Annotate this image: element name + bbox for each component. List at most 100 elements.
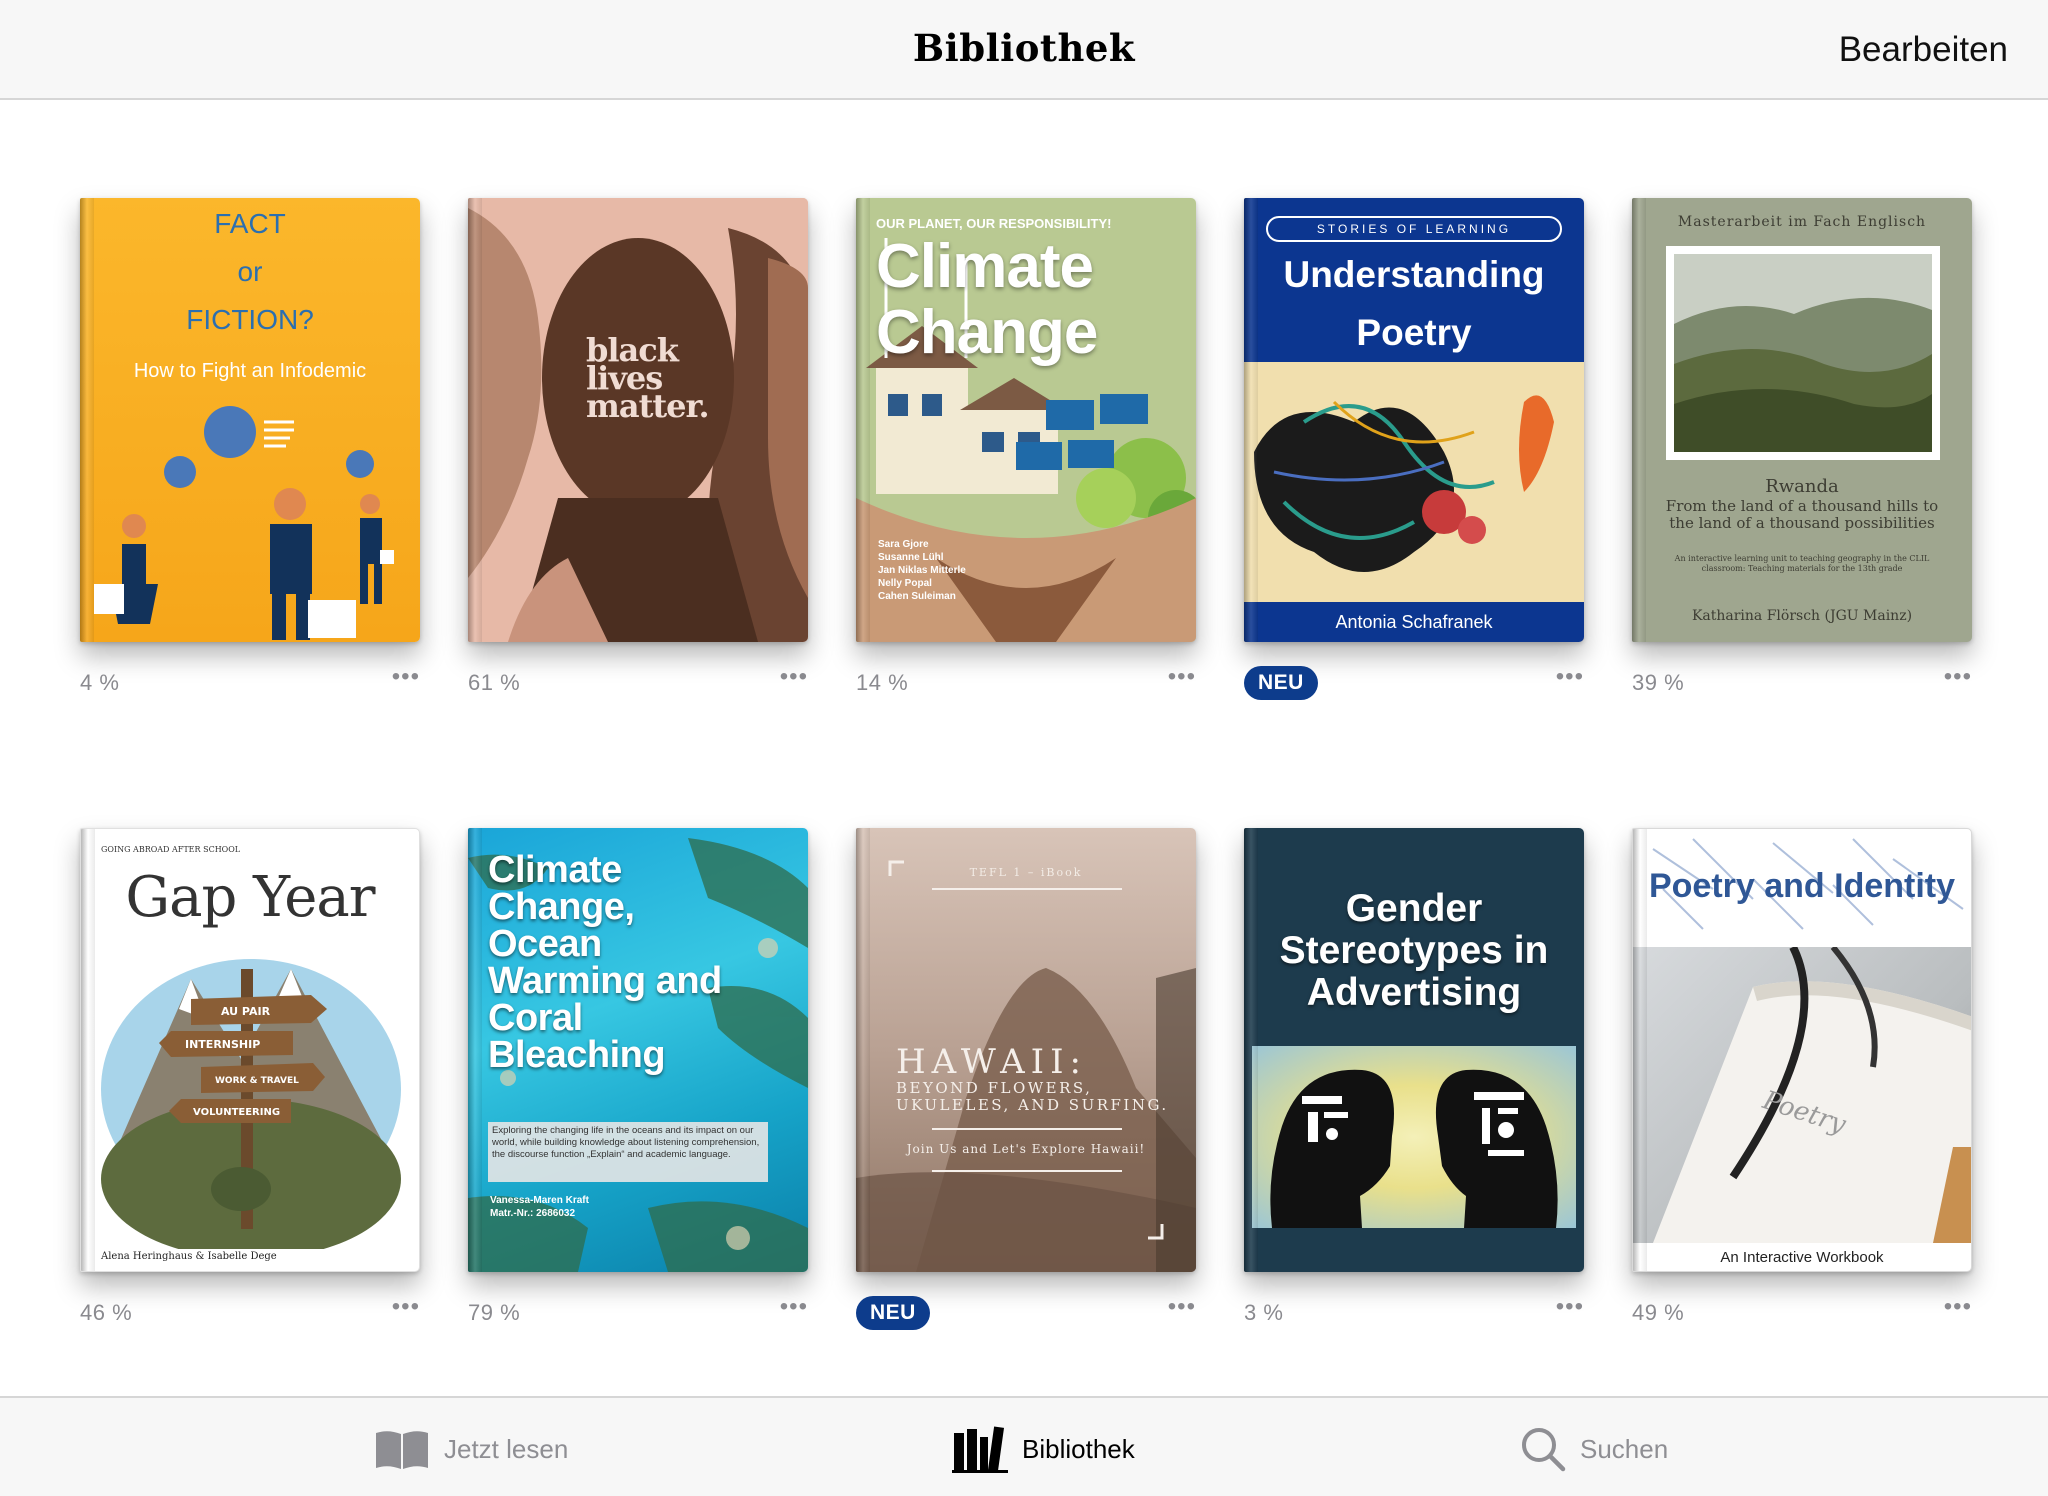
signpost-illustration: AU PAIR INTERNSHIP WORK & TRAVEL VOLUNTE…: [101, 959, 401, 1249]
reading-progress: 4 %: [80, 670, 120, 695]
reading-progress: 39 %: [1632, 670, 1685, 695]
cover-author: Nelly Popal: [878, 578, 932, 589]
cover-subtitle-line: UKULELES, AND SURFING.: [896, 1096, 1169, 1114]
more-options-button[interactable]: •••: [380, 1294, 420, 1326]
silhouette-image: [1252, 1046, 1576, 1228]
cover-title: Gap Year: [125, 865, 375, 930]
tab-library[interactable]: Bibliothek: [952, 1424, 1135, 1474]
cover-title-line: Coral: [488, 997, 583, 1039]
reading-progress: 3 %: [1244, 1300, 1284, 1325]
cover-title-line: Understanding: [1283, 254, 1545, 295]
cover-title-line: Change: [876, 298, 1098, 367]
signpost-text: WORK & TRAVEL: [215, 1076, 299, 1086]
book-meta: 61 % •••: [468, 664, 808, 704]
divider-line: [932, 1170, 1122, 1172]
cover-title: Understanding Poetry: [1244, 246, 1584, 362]
cover-author: Katharina Flörsch (JGU Mainz): [1691, 608, 1913, 624]
tab-label: Suchen: [1580, 1433, 1669, 1464]
cover-subtitle: From the land of a thousand hills to the…: [1665, 497, 1939, 532]
book-meta: NEU •••: [856, 1294, 1196, 1334]
more-options-button[interactable]: •••: [1544, 664, 1584, 696]
search-icon: [1522, 1428, 1566, 1472]
tab-label: Jetzt lesen: [444, 1433, 569, 1464]
cover-title: HAWAII:: [896, 1042, 1087, 1082]
library-icon: [952, 1426, 1008, 1473]
page-title: Bibliothek: [912, 26, 1136, 70]
cover-title-line: Change,: [488, 886, 635, 928]
ink-splash-illustration: [1254, 395, 1554, 572]
divider-line: [932, 1128, 1122, 1130]
cover-author: Matr.-Nr.: 2686032: [490, 1208, 576, 1219]
tab-reading-now[interactable]: Jetzt lesen: [374, 1424, 568, 1474]
reading-progress: 61 %: [468, 670, 521, 695]
book-meta: 46 % •••: [80, 1294, 420, 1334]
cover-authors: Vanessa-Maren Kraft Matr.-Nr.: 2686032: [490, 1194, 589, 1220]
new-badge: NEU: [1244, 666, 1318, 700]
infodemic-illustration: [94, 406, 394, 640]
cover-title-line: matter.: [586, 387, 710, 425]
book-cover-coral-bleaching[interactable]: Climate Change, Ocean Warming and Coral …: [468, 828, 808, 1272]
divider-line: [932, 888, 1122, 890]
cover-title-line: Poetry: [1356, 312, 1472, 353]
cover-author: Cahen Suleiman: [878, 591, 956, 602]
book-cover-fact-or-fiction[interactable]: FACT or FICTION? How to Fight an Infodem…: [80, 198, 420, 642]
cover-title-line: Climate: [876, 232, 1094, 301]
notebook-image: Poetry: [1653, 945, 1971, 1243]
cover-authors: Alena Heringhaus & Isabelle Dege: [101, 1251, 277, 1262]
cover-subtitle: BEYOND FLOWERS, UKULELES, AND SURFING.: [896, 1080, 1169, 1114]
cover-title-line: FACT: [214, 208, 286, 239]
reading-progress: 49 %: [1632, 1300, 1685, 1325]
navigation-bar: Bibliothek Bearbeiten: [0, 0, 2048, 100]
cover-title: Climate Change: [876, 232, 1098, 367]
more-options-button[interactable]: •••: [1544, 1294, 1584, 1326]
reading-progress: 14 %: [856, 670, 909, 695]
signpost-text: INTERNSHIP: [185, 1038, 260, 1051]
book-meta: 79 % •••: [468, 1294, 808, 1334]
hills-image: [1674, 254, 1932, 452]
cover-title-line: Bleaching: [488, 1034, 666, 1076]
edit-button[interactable]: Bearbeiten: [1839, 30, 2008, 70]
book-meta: 49 % •••: [1632, 1294, 1972, 1334]
cover-title-line: Stereotypes in: [1279, 929, 1549, 972]
book-cover-gap-year[interactable]: GOING ABROAD AFTER SCHOOL Gap Year AU PA…: [80, 828, 420, 1272]
cover-kicker: Masterarbeit im Fach Englisch: [1677, 214, 1927, 230]
open-book-icon: [376, 1431, 428, 1469]
book-cover-poetry-identity[interactable]: Poetry and Identity Poetry An Interactiv…: [1632, 828, 1972, 1272]
signpost-text: VOLUNTEERING: [193, 1107, 280, 1118]
more-options-button[interactable]: •••: [380, 664, 420, 696]
book-cover-gender-stereotypes[interactable]: Gender Stereotypes in Advertising: [1244, 828, 1584, 1272]
book-cover-rwanda[interactable]: Masterarbeit im Fach Englisch Rwanda Fro…: [1632, 198, 1972, 642]
notebook-photo: Poetry: [1633, 945, 1971, 1243]
book-meta: NEU •••: [1244, 664, 1584, 704]
cover-title: Rwanda: [1765, 476, 1839, 497]
cover-footer: An Interactive Workbook: [1720, 1249, 1884, 1266]
cover-title: black lives matter.: [586, 334, 710, 425]
cover-description: Exploring the changing life in the ocean…: [488, 1122, 768, 1182]
cover-title-line: Gender: [1345, 887, 1483, 930]
more-options-button[interactable]: •••: [1156, 1294, 1196, 1326]
book-meta: 4 % •••: [80, 664, 420, 704]
book-cover-hawaii[interactable]: TEFL 1 – iBook HAWAII: BEYOND FLOWERS, U…: [856, 828, 1196, 1272]
more-options-button[interactable]: •••: [768, 664, 808, 696]
cover-kicker: GOING ABROAD AFTER SCHOOL: [101, 845, 241, 854]
tab-label: Bibliothek: [1022, 1433, 1135, 1464]
more-options-button[interactable]: •••: [1156, 664, 1196, 696]
cover-kicker: OUR PLANET, OUR RESPONSIBILITY!: [876, 216, 1112, 231]
more-options-button[interactable]: •••: [1932, 664, 1972, 696]
cover-authors: Sara Gjore Susanne Lühl Jan Niklas Mitte…: [878, 538, 966, 603]
tab-search[interactable]: Suchen: [1520, 1424, 1668, 1474]
book-cover-climate-change[interactable]: OUR PLANET, OUR RESPONSIBILITY! Climate …: [856, 198, 1196, 642]
book-meta: 39 % •••: [1632, 664, 1972, 704]
tab-bar: Jetzt lesen Bibliothek Suchen: [0, 1396, 2048, 1496]
cover-title-line: Advertising: [1306, 971, 1522, 1014]
cover-kicker: STORIES OF LEARNING: [1266, 216, 1562, 242]
book-cover-understanding-poetry[interactable]: STORIES OF LEARNING Understanding Poetry…: [1244, 198, 1584, 642]
more-options-button[interactable]: •••: [1932, 1294, 1972, 1326]
book-meta: 14 % •••: [856, 664, 1196, 704]
book-cover-black-lives-matter[interactable]: black lives matter.: [468, 198, 808, 642]
more-options-button[interactable]: •••: [768, 1294, 808, 1326]
cover-title-line: FICTION?: [186, 304, 314, 335]
cover-title-line: Warming and: [488, 960, 722, 1002]
new-badge: NEU: [856, 1296, 930, 1330]
cover-author: Sara Gjore: [878, 539, 929, 550]
